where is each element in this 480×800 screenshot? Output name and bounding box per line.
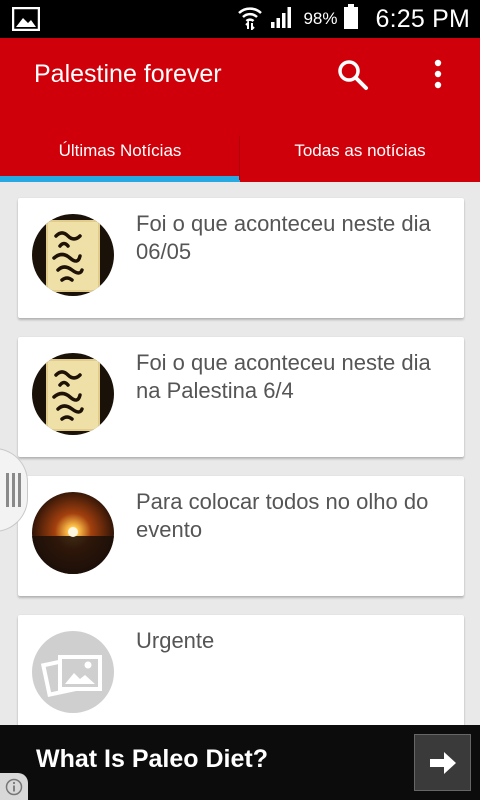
arrow-right-icon[interactable] [414,734,471,791]
tab-label: Todas as notícias [294,141,426,160]
news-card[interactable]: Foi o que aconteceu neste dia na Palesti… [18,337,464,457]
tab-label: Últimas Notícias [58,141,182,160]
clock: 6:25 PM [375,4,470,33]
image-placeholder-icon [32,631,114,713]
ad-banner[interactable]: What Is Paleo Diet? [0,725,480,800]
news-title: Urgente [136,628,215,653]
search-icon[interactable] [336,58,370,92]
more-vert-icon[interactable] [426,58,450,92]
news-card[interactable]: Foi o que aconteceu neste dia 06/05 [18,198,464,318]
news-list[interactable]: Foi o que aconteceu neste dia 06/05 Foi … [0,182,480,725]
arabic-text-thumb [32,214,114,296]
news-title: Para colocar todos no olho do evento [136,489,429,542]
news-title: Foi o que aconteceu neste dia na Palesti… [136,350,431,403]
battery-icon [343,3,359,35]
app-title: Palestine forever [34,60,222,88]
tab-latest-news[interactable]: Últimas Notícias [0,126,240,182]
image-notification-icon [11,6,41,36]
info-icon[interactable] [0,773,28,800]
signal-icon [269,5,293,34]
news-title: Foi o que aconteceu neste dia 06/05 [136,211,431,264]
arabic-text-thumb [32,353,114,435]
tab-all-news[interactable]: Todas as notícias [240,126,480,182]
tab-bar: Últimas Notícias Todas as notícias [0,126,480,182]
app-screen: 98% 6:25 PM Palestine forever Últimas No… [0,0,480,800]
ad-text: What Is Paleo Diet? [36,745,268,773]
status-bar: 98% 6:25 PM [0,0,480,38]
tab-divider [239,136,240,180]
news-card[interactable]: Para colocar todos no olho do evento [18,476,464,596]
app-bar: Palestine forever Últimas Notícias Todas… [0,38,480,182]
sunset-thumb [32,492,114,574]
battery-percent: 98% [303,9,338,28]
news-card[interactable]: Urgente [18,615,464,725]
wifi-icon [237,4,263,35]
